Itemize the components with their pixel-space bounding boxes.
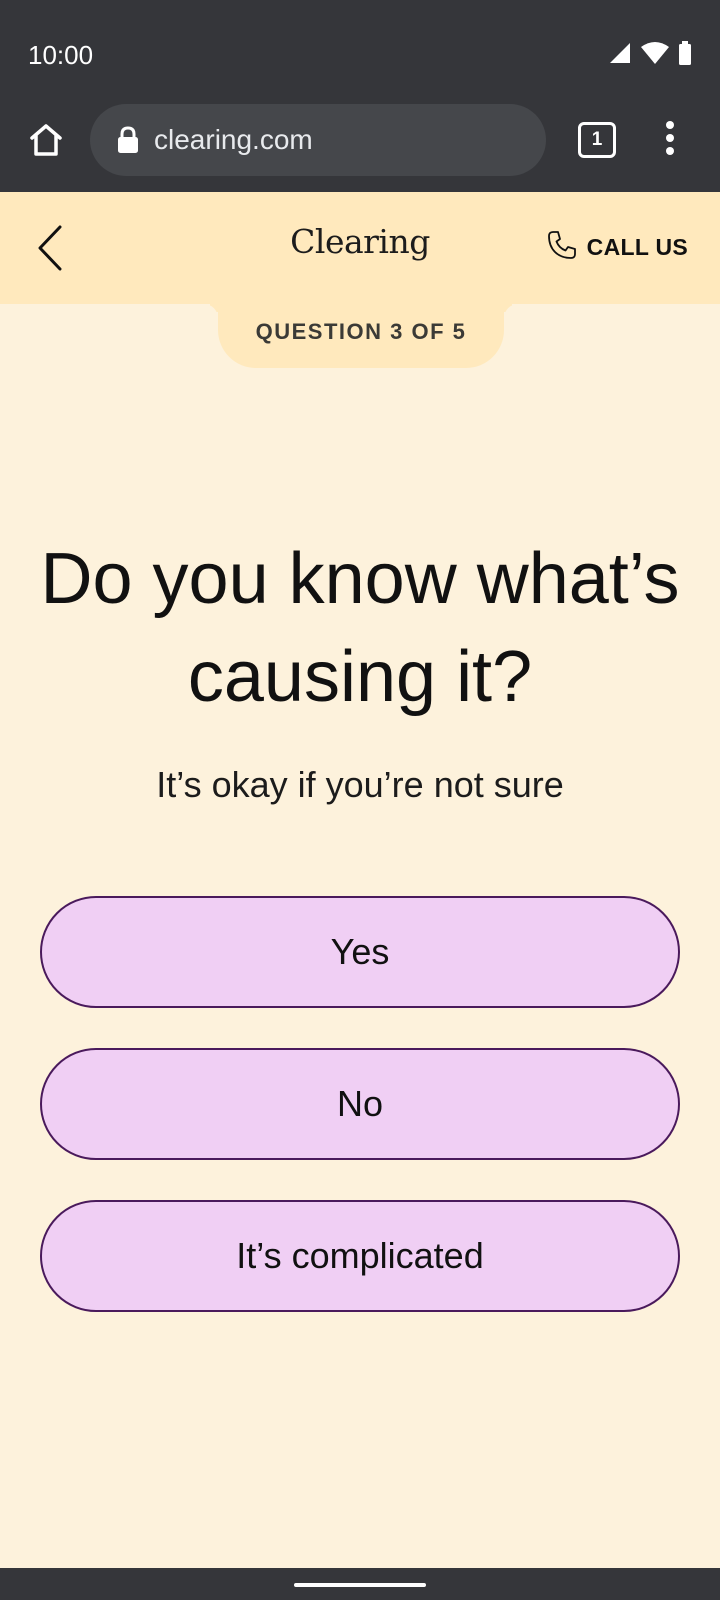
status-icons: [608, 41, 692, 70]
home-icon: [28, 123, 64, 162]
tab-switcher-button[interactable]: 1: [578, 122, 616, 158]
url-text: clearing.com: [154, 124, 313, 155]
signal-icon: [608, 41, 632, 70]
site-header: Clearing CALL US: [0, 192, 720, 304]
browser-toolbar: clearing.com 1: [0, 96, 720, 192]
call-us-label: CALL US: [586, 234, 688, 260]
question-title: Do you know what’s causing it?: [40, 539, 680, 717]
progress-indicator: QUESTION 3 OF 5: [218, 296, 504, 368]
battery-icon: [678, 41, 692, 70]
call-us-button[interactable]: CALL US: [547, 230, 688, 265]
wifi-icon: [640, 41, 670, 70]
answer-no-button[interactable]: No: [40, 1048, 680, 1160]
more-options-button[interactable]: [656, 118, 684, 162]
phone-icon: [547, 230, 577, 265]
progress-label: QUESTION 3 OF 5: [255, 319, 467, 344]
address-bar[interactable]: clearing.com: [90, 104, 546, 176]
home-button[interactable]: [24, 120, 68, 164]
tab-count: 1: [591, 129, 603, 150]
lock-icon: [116, 126, 140, 154]
answer-yes-button[interactable]: Yes: [40, 896, 680, 1008]
more-vert-icon: [665, 120, 675, 161]
status-time: 10:00: [28, 40, 94, 70]
home-gesture-handle[interactable]: [294, 1583, 426, 1587]
status-bar: 10:00: [0, 0, 720, 96]
navigation-bar: [0, 1568, 720, 1600]
answer-complicated-button[interactable]: It’s complicated: [40, 1200, 680, 1312]
question-subtitle: It’s okay if you’re not sure: [156, 764, 564, 805]
